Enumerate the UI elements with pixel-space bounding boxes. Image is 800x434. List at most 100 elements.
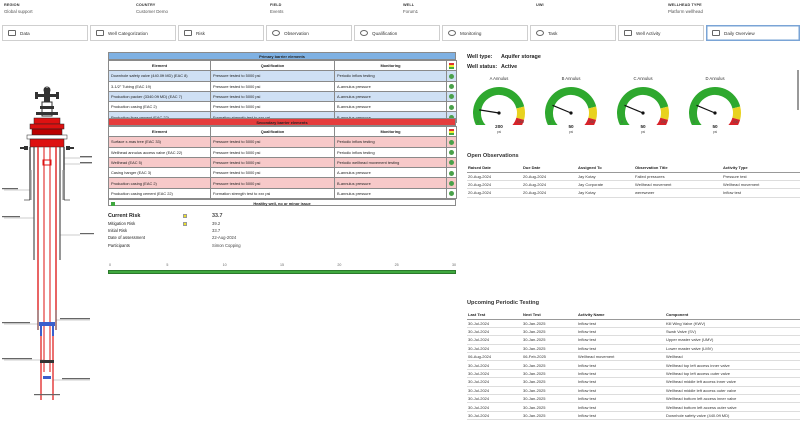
risk-scale: 0 5 10 15 20 25 30 — [108, 263, 456, 277]
risk-icon — [184, 30, 192, 36]
gauge-unit: psi — [640, 130, 646, 134]
table-header-row: Element Qualification Monitoring — [108, 59, 457, 72]
table-row[interactable]: Downhole safety valve (440.0ft MD) (EAC … — [108, 70, 457, 82]
well-schematic — [2, 86, 94, 400]
status-dot-icon — [449, 170, 454, 176]
task-icon — [536, 30, 544, 36]
status-dot-icon — [449, 73, 454, 79]
secondary-barrier-table: Element Qualification Monitoring Surface… — [108, 125, 457, 200]
table-row[interactable]: 30-Jul-2024 30-Jan-2025 Inflow test Wellhea… — [467, 377, 800, 387]
gauge-needle — [479, 109, 500, 114]
table-row[interactable]: 30-Jul-2024 30-Jan-2025 Inflow test Downhol… — [467, 411, 800, 421]
table-row[interactable]: 30-Jul-2024 30-Jan-2025 Inflow test Wellhea… — [467, 386, 800, 396]
table-row[interactable]: 30-Jul-2024 30-Jan-2025 Inflow test Lower m… — [467, 344, 800, 354]
table-row[interactable]: Production packer (3340.0ft MD) (EAC 7) … — [108, 90, 457, 103]
primary-barrier-panel: Primary barrier elements Element Qualifi… — [108, 52, 457, 123]
periodic-testing-title: Upcoming Periodic Testing — [467, 300, 539, 306]
observations-table: Raised Date Due Date Assigned To Observa… — [467, 164, 800, 198]
wellhead-icon — [20, 117, 74, 150]
table-row[interactable]: Production casing (EAC 2) Pressure teste… — [108, 177, 457, 189]
table-row[interactable]: 30-Jul-2024 30-Jan-2025 Inflow test Wellhea… — [467, 402, 800, 412]
gauge-dial — [689, 87, 741, 125]
gauge-band — [617, 87, 669, 125]
status-dot-icon — [449, 83, 454, 89]
gauge-hub — [497, 111, 501, 115]
gauge-value: 50 — [568, 124, 574, 129]
risk-scale-bar — [108, 270, 456, 274]
secondary-barrier-title: Secondary barrier elements — [108, 118, 456, 126]
status-dot-icon — [449, 104, 454, 110]
primary-barrier-title: Primary barrier elements — [108, 52, 456, 60]
tab-monitoring[interactable]: Monitoring — [442, 25, 528, 41]
primary-barrier-table: Element Qualification Monitoring Downhol… — [108, 59, 457, 123]
table-row[interactable]: 06-Aug-2024 06-Feb-2025 Wellhead movement W… — [467, 352, 800, 362]
table-row[interactable]: Wellhead annulus access valve (EAC 22) P… — [108, 146, 457, 158]
meta-country: COUNTRY Customer Demo — [136, 3, 168, 14]
meta-well: WELL Forum1 — [403, 3, 419, 14]
annulus-gauge: D Annulus 0 200 50 psi — [683, 76, 747, 138]
scrollbar[interactable] — [797, 70, 799, 110]
gauge-band — [516, 106, 525, 120]
gauge-unit: psi — [712, 130, 718, 134]
tab-daily-overview[interactable]: Daily Overview — [706, 25, 800, 41]
tab-data[interactable]: Data — [2, 25, 88, 41]
table-row[interactable]: 20-Aug-2024 20-Aug-2024 Jay Corporate We… — [467, 180, 800, 190]
scale-tick-label: 15 — [280, 263, 284, 267]
assessment-date-row: Date of assessment 22-Aug-2024 — [108, 235, 237, 241]
initial-risk-row: Initial Risk 33.7 — [108, 228, 221, 234]
table-row[interactable]: 30-Jul-2024 30-Jan-2025 Inflow test Swab Va… — [467, 327, 800, 337]
tab-task[interactable]: Task — [530, 25, 616, 41]
annulus-gauge: C Annulus 0 200 50 psi — [611, 76, 675, 138]
gauge-hub — [641, 111, 645, 115]
tab-risk[interactable]: Risk — [178, 25, 264, 41]
table-header-row: Element Qualification Monitoring — [108, 125, 457, 138]
table-row[interactable]: Casing hanger (EAC 3) Pressure tested to… — [108, 167, 457, 179]
table-row[interactable]: 20-Aug-2024 20-Aug-2024 Jay Kotay werewr… — [467, 188, 800, 198]
annotation-marks — [2, 156, 94, 396]
observations-title: Open Observations — [467, 153, 519, 159]
table-header-row: Last Test Next Test Activity Name Compon… — [467, 311, 800, 320]
table-row[interactable]: Wellhead (EAC 5) Pressure tested to 5000… — [108, 156, 457, 169]
table-row[interactable]: 30-Jul-2024 30-Jan-2025 Inflow test Wellhea… — [467, 360, 800, 370]
tab-well-categorization[interactable]: Well Categorization — [90, 25, 176, 41]
table-row[interactable]: 30-Jul-2024 30-Jan-2025 Inflow test Wellhea… — [467, 394, 800, 404]
table-row[interactable]: 30-Jul-2024 30-Jan-2025 Inflow test Kill Wi… — [467, 319, 800, 328]
status-flag-icon — [449, 62, 454, 69]
table-row[interactable]: Surface x-mas tree (EAC 33) Pressure tes… — [108, 136, 457, 148]
table-row[interactable]: Production casing cement (EAC 22) Format… — [108, 187, 457, 200]
scale-tick-label: 10 — [222, 263, 227, 267]
current-risk-row: Current Risk 33.7 — [108, 213, 223, 219]
table-row[interactable]: 20-Aug-2024 20-Aug-2024 Jay Kotay Failed… — [467, 172, 800, 181]
tab-observation[interactable]: Observation — [266, 25, 352, 41]
tab-qualification[interactable]: Qualification — [354, 25, 440, 41]
gauge-band — [473, 87, 525, 125]
annulus-gauge: A Annulus 0 1000 200 psi — [467, 76, 531, 138]
table-row[interactable]: Production casing (EAC 2) Pressure teste… — [108, 101, 457, 113]
gauge-dial — [545, 87, 597, 125]
status-dot-icon — [449, 180, 454, 186]
tab-bar: Data Well Categorization Risk Observatio… — [2, 25, 800, 42]
well-status-row: Well status: Active — [467, 64, 518, 70]
gauge-value: 50 — [712, 124, 718, 129]
gauge-needle — [696, 104, 716, 114]
table-row[interactable]: 30-Jul-2024 30-Jan-2025 Inflow test Upper m… — [467, 335, 800, 345]
casing-strings-icon — [24, 147, 70, 400]
scale-tick-label: 5 — [166, 263, 169, 267]
gauge-band — [689, 87, 741, 125]
gauge-value: 50 — [640, 124, 646, 129]
meta-wellhead-type: WELLHEAD TYPE Platform wellhead — [668, 3, 703, 14]
status-dot-icon — [449, 191, 454, 197]
scale-tick-label: 25 — [394, 263, 399, 267]
healthy-status-icon — [111, 201, 115, 206]
tab-well-activity[interactable]: Well Activity — [618, 25, 704, 41]
status-dot-icon — [449, 94, 454, 100]
gauge-band — [732, 106, 741, 120]
gauge-unit: psi — [568, 130, 574, 134]
gauge-needle — [624, 104, 644, 114]
well-info: Well type: Aquifer storage Well status: … — [467, 52, 541, 72]
periodic-rows: 30-Jul-2024 30-Jan-2025 Inflow test Kill Wi… — [467, 319, 800, 421]
periodic-testing-table: Last Test Next Test Activity Name Compon… — [467, 311, 800, 421]
table-row[interactable]: 3-1/2" Tubing (EAC 19) Pressure tested t… — [108, 80, 457, 92]
table-row[interactable]: 30-Jul-2024 30-Jan-2025 Inflow test Wellhea… — [467, 369, 800, 379]
annulus-gauge: B Annulus 0 200 50 psi — [539, 76, 603, 138]
